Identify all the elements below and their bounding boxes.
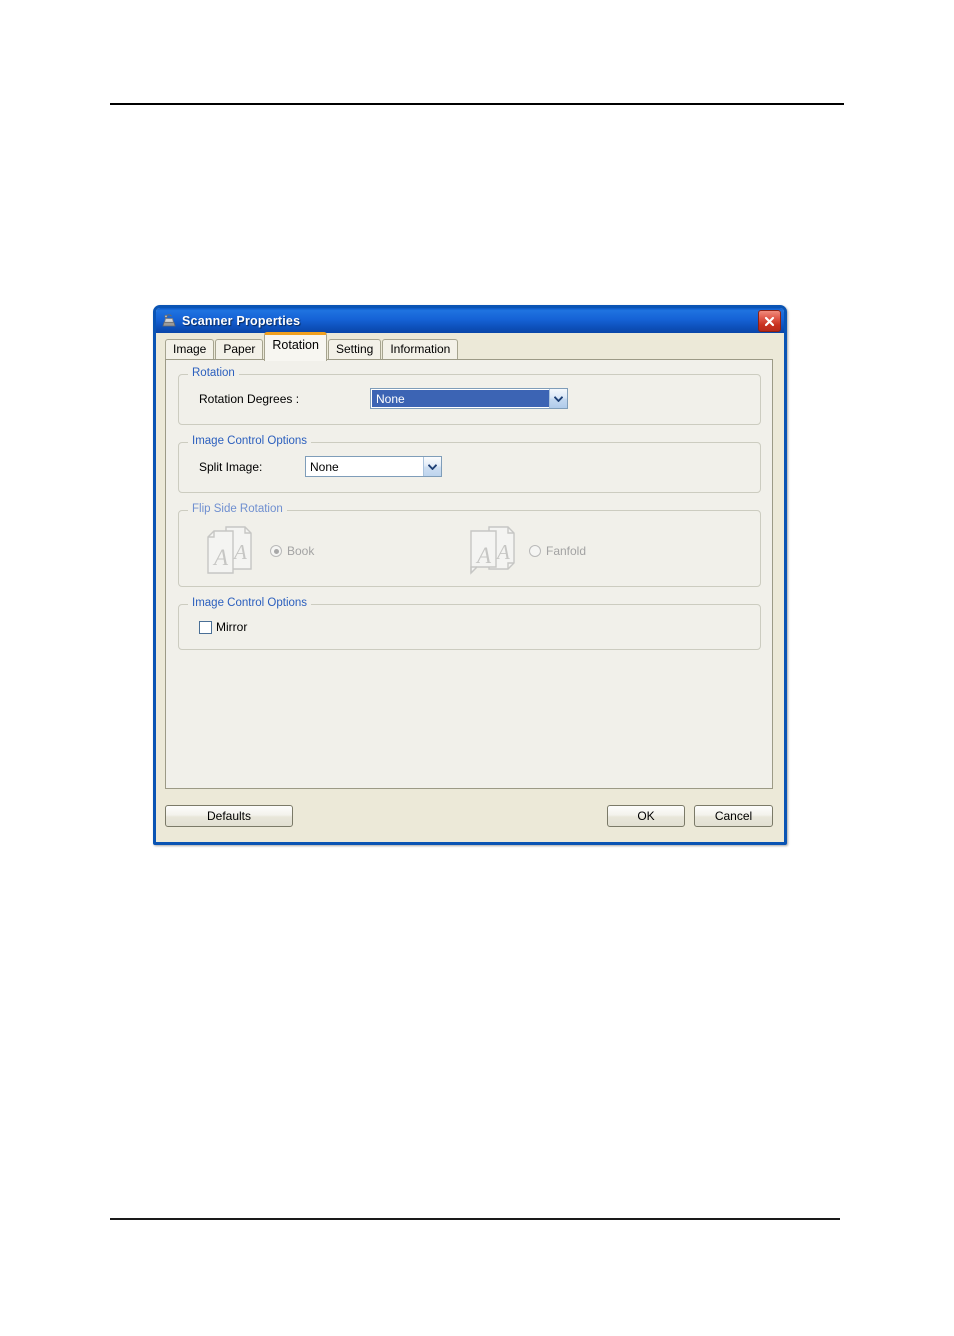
scanner-icon bbox=[161, 313, 177, 329]
flip-side-option-book[interactable]: Book bbox=[270, 544, 314, 558]
dialog-title: Scanner Properties bbox=[182, 313, 301, 328]
tab-setting-label: Setting bbox=[335, 342, 374, 356]
group-image-control-options-split: Image Control Options Split Image: None bbox=[178, 435, 761, 493]
group-flip-side-legend: Flip Side Rotation bbox=[188, 503, 287, 515]
defaults-button-label: Defaults bbox=[206, 809, 252, 823]
flip-side-option-book-label: Book bbox=[287, 544, 315, 558]
group-rotation-legend: Rotation bbox=[188, 367, 239, 379]
rotation-degrees-label: Rotation Degrees : bbox=[199, 392, 300, 406]
split-image-label: Split Image: bbox=[199, 460, 263, 474]
svg-text:A: A bbox=[212, 545, 229, 570]
tabstrip: Image Paper Rotation Setting Information bbox=[165, 332, 459, 361]
mirror-checkbox-row[interactable]: Mirror bbox=[199, 620, 247, 634]
radio-book-icon bbox=[270, 545, 282, 557]
ok-button-label: OK bbox=[637, 809, 655, 823]
rotation-degrees-combo[interactable]: None bbox=[370, 388, 568, 409]
group-split-legend: Image Control Options bbox=[188, 435, 312, 447]
group-rotation: Rotation Rotation Degrees : None bbox=[178, 367, 761, 425]
tab-paper[interactable]: Paper bbox=[215, 339, 264, 360]
group-image-control-options-mirror: Image Control Options Mirror bbox=[178, 597, 761, 650]
ok-button[interactable]: OK bbox=[607, 805, 685, 827]
group-flip-side-rotation: Flip Side Rotation A A Book A A Fanfold bbox=[178, 503, 761, 587]
page-footer-rule bbox=[110, 1218, 840, 1220]
rotation-tab-panel: Rotation Rotation Degrees : None Image C… bbox=[165, 359, 773, 789]
defaults-button[interactable]: Defaults bbox=[165, 805, 293, 827]
tab-rotation-label: Rotation bbox=[272, 338, 319, 352]
split-image-value: None bbox=[310, 459, 339, 474]
group-mirror-legend: Image Control Options bbox=[188, 597, 312, 609]
svg-text:A: A bbox=[475, 543, 492, 568]
svg-text:A: A bbox=[232, 540, 247, 564]
flip-side-option-fanfold-label: Fanfold bbox=[546, 544, 587, 558]
cancel-button-label: Cancel bbox=[714, 809, 753, 823]
close-icon[interactable] bbox=[758, 310, 781, 332]
split-image-combo[interactable]: None bbox=[305, 456, 442, 477]
tab-image-label: Image bbox=[173, 342, 207, 356]
tab-information-label: Information bbox=[390, 342, 451, 356]
chevron-down-icon bbox=[549, 389, 567, 408]
flip-side-option-fanfold[interactable]: Fanfold bbox=[529, 544, 586, 558]
tab-image[interactable]: Image bbox=[165, 339, 215, 360]
fanfold-pages-icon: A A bbox=[467, 525, 525, 582]
checkbox-mirror-icon[interactable] bbox=[199, 620, 212, 634]
cancel-button[interactable]: Cancel bbox=[694, 805, 773, 827]
tab-rotation[interactable]: Rotation bbox=[264, 332, 327, 361]
tab-information[interactable]: Information bbox=[382, 339, 459, 360]
tab-paper-label: Paper bbox=[223, 342, 256, 356]
mirror-label: Mirror bbox=[216, 620, 248, 634]
scanner-properties-dialog: Scanner Properties Image Paper Rotation … bbox=[153, 305, 787, 845]
rotation-degrees-value: None bbox=[372, 390, 549, 407]
svg-text:A: A bbox=[495, 540, 510, 564]
dialog-titlebar: Scanner Properties bbox=[156, 308, 784, 333]
radio-fanfold-icon bbox=[529, 545, 541, 557]
page-header-rule bbox=[110, 103, 844, 105]
tab-setting[interactable]: Setting bbox=[327, 339, 382, 360]
chevron-down-icon bbox=[423, 457, 441, 476]
book-pages-icon: A A bbox=[204, 525, 262, 582]
